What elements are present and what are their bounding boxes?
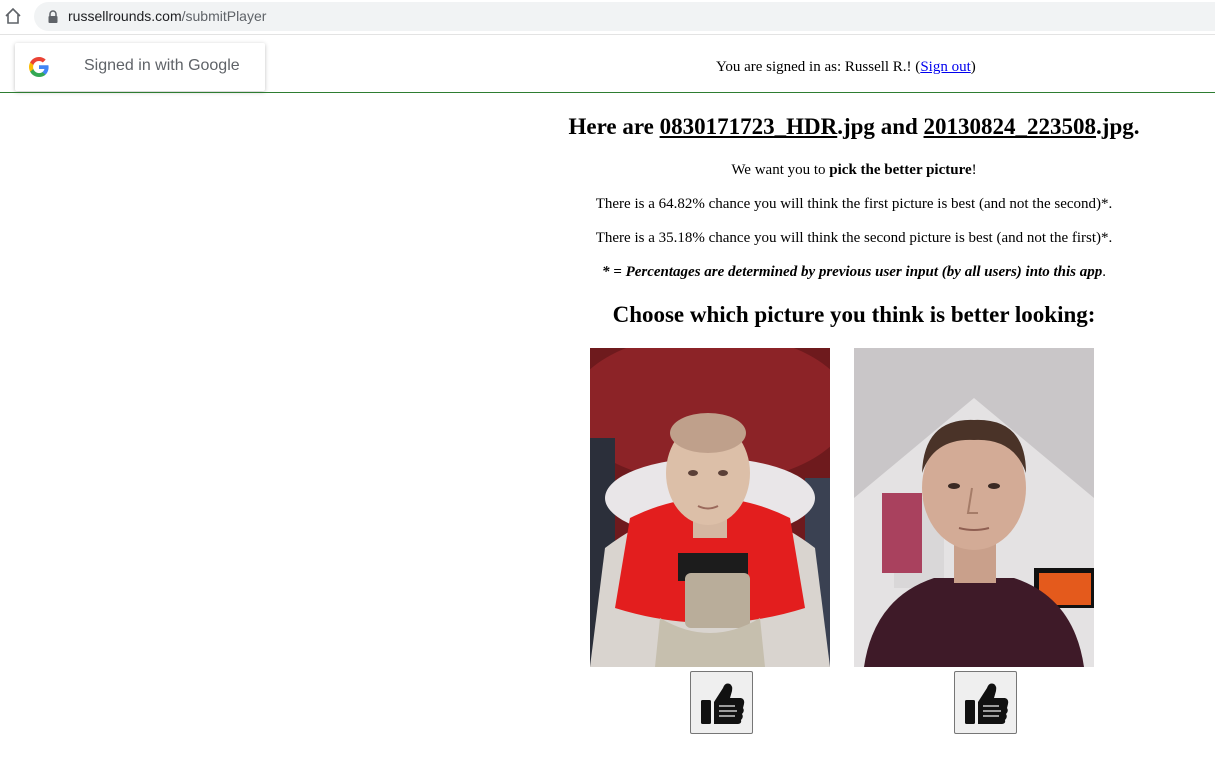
signed-in-status: You are signed in as: Russell R.! (Sign … xyxy=(716,59,976,76)
address-bar[interactable]: russellrounds.com/submitPlayer xyxy=(34,2,1215,31)
home-icon[interactable] xyxy=(4,7,22,25)
browser-toolbar: russellrounds.com/submitPlayer xyxy=(0,0,1215,35)
vote-picture-2-button[interactable] xyxy=(954,671,1017,734)
sign-out-link[interactable]: Sign out xyxy=(920,59,970,75)
choose-heading: Choose which picture you think is better… xyxy=(612,302,1096,327)
url-text: russellrounds.com/submitPlayer xyxy=(68,8,267,24)
signed-in-prefix: You are signed in as: Russell R.! ( xyxy=(716,59,921,75)
signed-in-suffix: ) xyxy=(970,59,976,75)
picture-2 xyxy=(854,348,1094,667)
chance-first-text: There is a 64.82% chance you will think … xyxy=(595,196,1113,212)
files-heading: Here are 0830171723_HDR.jpg and 20130824… xyxy=(568,114,1140,139)
signin-label: Signed in with Google xyxy=(84,57,240,74)
google-logo-icon xyxy=(29,57,49,77)
file-1-link[interactable]: 0830171723_HDR xyxy=(660,114,838,139)
footnote-text: * = Percentages are determined by previo… xyxy=(602,264,1106,280)
main-content: Here are 0830171723_HDR.jpg and 20130824… xyxy=(490,113,1215,329)
instruction-text: We want you to pick the better picture! xyxy=(731,162,977,178)
vote-picture-1-button[interactable] xyxy=(690,671,753,734)
thumbs-up-icon xyxy=(965,683,1009,724)
header-divider xyxy=(0,92,1215,93)
picture-1 xyxy=(590,348,830,667)
file-2-link[interactable]: 20130824_223508 xyxy=(924,114,1097,139)
chance-second-text: There is a 35.18% chance you will think … xyxy=(595,230,1113,246)
lock-icon xyxy=(48,10,58,23)
thumbs-up-icon xyxy=(701,683,745,724)
google-signin-popup[interactable]: Signed in with Google xyxy=(15,43,265,91)
